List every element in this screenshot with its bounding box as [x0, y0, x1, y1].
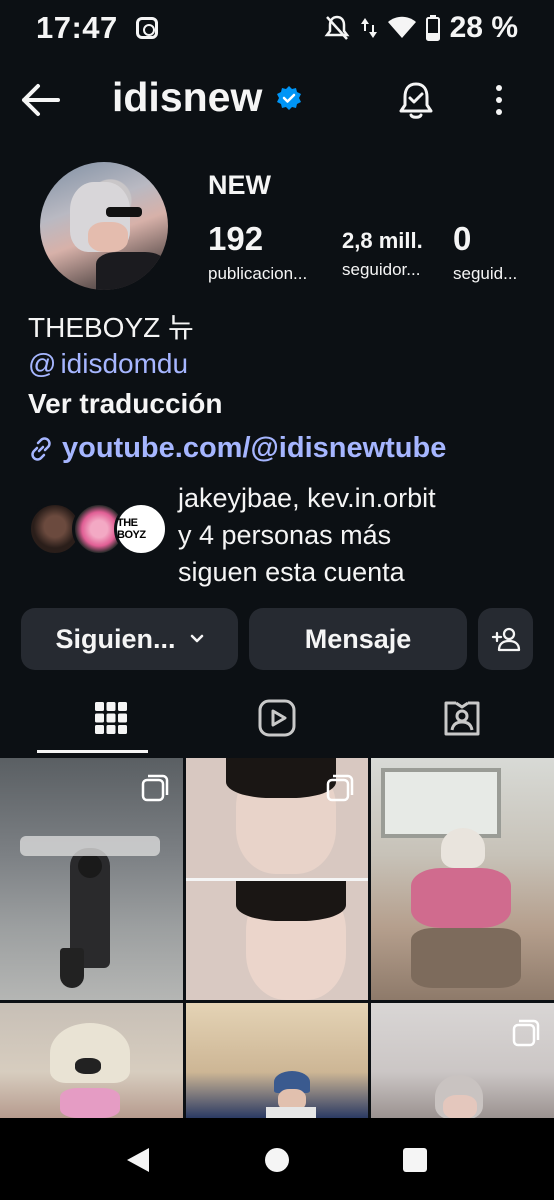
- post-thumbnail[interactable]: [0, 758, 183, 1000]
- active-tab-indicator: [37, 750, 148, 753]
- profile-username: idisnew: [112, 74, 302, 121]
- profile-avatar[interactable]: [40, 162, 168, 290]
- more-options-button[interactable]: [486, 80, 512, 120]
- tagged-icon: [444, 701, 480, 736]
- status-time: 17:47: [36, 10, 118, 45]
- profile-display-name: NEW: [208, 170, 271, 200]
- system-back-button[interactable]: [118, 1140, 158, 1180]
- stat-followers-value: 2,8 mill.: [342, 228, 423, 253]
- carousel-icon: [512, 1019, 540, 1047]
- threads-link[interactable]: @ idisdomdu: [28, 348, 188, 380]
- more-vertical-icon: [496, 85, 502, 115]
- tab-tagged[interactable]: [388, 688, 536, 748]
- chevron-down-icon: [190, 634, 203, 643]
- threads-handle: idisdomdu: [60, 348, 189, 379]
- bio-link[interactable]: youtube.com/@idisnewtube: [28, 432, 446, 465]
- message-button[interactable]: Mensaje: [249, 608, 467, 670]
- tab-reels[interactable]: [203, 688, 351, 748]
- see-translation-button[interactable]: Ver traducción: [28, 388, 223, 420]
- back-button[interactable]: [18, 78, 66, 122]
- stat-posts-label: publicacion...: [208, 264, 308, 283]
- system-home-button[interactable]: [257, 1140, 297, 1180]
- carousel-icon: [141, 774, 169, 802]
- link-icon: [31, 436, 51, 461]
- post-thumbnail[interactable]: [186, 758, 368, 1000]
- mutual-followers-line: jakeyjbae, kev.in.orbit: [178, 483, 436, 513]
- mutual-avatar: THE BOYZ: [114, 502, 168, 556]
- notifications-button[interactable]: [394, 78, 438, 122]
- circle-home-icon: [265, 1148, 289, 1172]
- stat-following-label: seguid...: [453, 264, 518, 283]
- stat-following[interactable]: 0 seguid...: [453, 220, 517, 284]
- data-icon: [360, 18, 377, 38]
- stat-following-value: 0: [453, 220, 472, 257]
- reels-icon: [258, 699, 296, 737]
- stat-posts[interactable]: 192 publicacion...: [208, 220, 307, 284]
- threads-icon: @: [28, 348, 57, 379]
- bell-check-icon: [399, 82, 433, 119]
- tab-grid[interactable]: [37, 688, 185, 748]
- posts-grid: [0, 758, 554, 1118]
- mutual-followers-avatars[interactable]: THE BOYZ: [28, 502, 168, 558]
- verified-badge-icon: [277, 85, 302, 110]
- mutual-followers-text[interactable]: jakeyjbae, kev.in.orbit y 4 personas más…: [178, 480, 538, 591]
- arrow-left-icon: [22, 84, 60, 116]
- battery-icon: [425, 15, 440, 41]
- mutual-followers-line: siguen esta cuenta: [178, 557, 405, 587]
- suggested-users-button[interactable]: [478, 608, 533, 670]
- following-label: Siguien...: [55, 623, 176, 654]
- following-button[interactable]: Siguien...: [21, 608, 238, 670]
- status-bar: 17:47 28 %: [0, 0, 554, 56]
- post-thumbnail[interactable]: [186, 1003, 368, 1118]
- stat-followers[interactable]: 2,8 mill. seguidor...: [342, 220, 423, 280]
- mute-icon: [324, 15, 350, 40]
- carousel-icon: [326, 774, 354, 802]
- square-recents-icon: [403, 1148, 427, 1172]
- stat-posts-value: 192: [208, 220, 264, 257]
- theboyz-logo: THE BOYZ: [117, 517, 146, 541]
- username-text: idisnew: [112, 74, 263, 120]
- bio-text: THEBOYZ 뉴: [28, 312, 194, 343]
- battery-percent: 28 %: [449, 11, 518, 44]
- wifi-icon: [387, 16, 416, 38]
- add-user-icon: [491, 627, 520, 652]
- profile-tabs: [0, 688, 554, 754]
- mutual-followers-line: y 4 personas más: [178, 520, 392, 550]
- post-thumbnail[interactable]: [0, 1003, 183, 1118]
- profile-header: idisnew: [0, 68, 554, 132]
- post-thumbnail[interactable]: [371, 1003, 554, 1118]
- system-recents-button[interactable]: [395, 1140, 435, 1180]
- bio-link-text: youtube.com/@idisnewtube: [62, 432, 447, 464]
- grid-icon: [95, 702, 127, 734]
- system-navigation-bar: [0, 1118, 554, 1200]
- status-icons: 28 %: [324, 11, 518, 45]
- post-thumbnail[interactable]: [371, 758, 554, 1000]
- instagram-icon: [135, 17, 158, 39]
- triangle-back-icon: [127, 1148, 149, 1172]
- stat-followers-label: seguidor...: [342, 260, 421, 279]
